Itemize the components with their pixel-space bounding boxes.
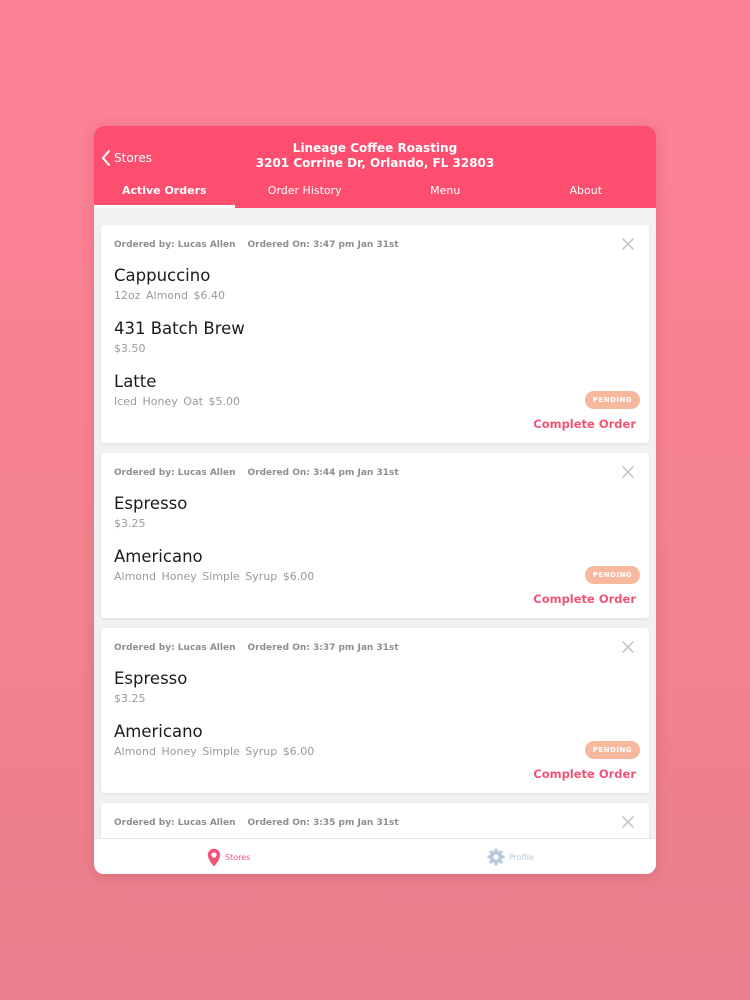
item-details: $3.25 bbox=[114, 692, 146, 705]
order-card: Ordered by: Lucas Allen Ordered On: 3:35 … bbox=[101, 803, 649, 838]
order-item: Espresso $3.25 bbox=[114, 494, 187, 530]
bottom-tab-bar: Stores Profile bbox=[94, 838, 656, 874]
orders-list[interactable]: Ordered by: Lucas Allen Ordered On: 3:47 … bbox=[94, 208, 656, 838]
item-name: 431 Batch Brew bbox=[114, 319, 245, 338]
item-details: Almond Honey Simple Syrup $6.00 bbox=[114, 570, 315, 583]
order-card: Ordered by: Lucas Allen Ordered On: 3:37 … bbox=[101, 628, 649, 793]
item-details: Iced Honey Oat $5.00 bbox=[114, 395, 240, 408]
order-item: 431 Batch Brew $3.50 bbox=[114, 319, 245, 355]
order-card: Ordered by: Lucas Allen Ordered On: 3:44 … bbox=[101, 453, 649, 618]
complete-order-button[interactable]: Complete Order bbox=[533, 592, 636, 606]
ordered-by: Ordered by: Lucas Allen bbox=[114, 240, 236, 250]
store-title: Lineage Coffee Roasting 3201 Corrine Dr,… bbox=[94, 141, 656, 171]
item-name: Latte bbox=[114, 372, 157, 391]
order-card: Ordered by: Lucas Allen Ordered On: 3:47 … bbox=[101, 225, 649, 443]
close-icon[interactable] bbox=[621, 640, 635, 654]
store-name: Lineage Coffee Roasting bbox=[292, 141, 458, 155]
close-icon[interactable] bbox=[621, 815, 635, 829]
item-name: Espresso bbox=[114, 494, 188, 513]
order-item: Espresso $3.25 bbox=[114, 669, 187, 705]
ordered-on: Ordered On: 3:35 pm Jan 31st bbox=[247, 818, 399, 828]
tab-order-history[interactable]: Order History bbox=[235, 180, 376, 208]
tab-menu[interactable]: Menu bbox=[375, 180, 516, 208]
order-item: Cappuccino 12oz Almond $6.40 bbox=[114, 266, 225, 302]
ordered-by: Ordered by: Lucas Allen bbox=[114, 643, 236, 653]
item-name: Americano bbox=[114, 722, 203, 741]
bottom-tab-stores[interactable]: Stores bbox=[207, 848, 250, 867]
status-badge: PENDING bbox=[585, 566, 640, 584]
item-name: Espresso bbox=[114, 669, 188, 688]
ordered-on: Ordered On: 3:44 pm Jan 31st bbox=[247, 468, 399, 478]
item-details: Almond Honey Simple Syrup $6.00 bbox=[114, 745, 315, 758]
location-pin-icon bbox=[207, 848, 221, 867]
order-meta: Ordered by: Lucas Allen Ordered On: 3:37 … bbox=[114, 643, 399, 653]
ordered-by: Ordered by: Lucas Allen bbox=[114, 818, 236, 828]
ordered-on: Ordered On: 3:37 pm Jan 31st bbox=[247, 643, 399, 653]
order-item: Americano Almond Honey Simple Syrup $6.0… bbox=[114, 547, 314, 583]
store-address: 3201 Corrine Dr, Orlando, FL 32803 bbox=[255, 156, 495, 170]
bottom-tab-profile[interactable]: Profile bbox=[487, 848, 534, 866]
close-icon[interactable] bbox=[621, 465, 635, 479]
tab-about[interactable]: About bbox=[516, 180, 657, 208]
item-name: Americano bbox=[114, 547, 203, 566]
item-details: 12oz Almond $6.40 bbox=[114, 289, 225, 302]
item-name: Cappuccino bbox=[114, 266, 211, 285]
complete-order-button[interactable]: Complete Order bbox=[533, 767, 636, 781]
gear-icon bbox=[487, 848, 505, 866]
ordered-by: Ordered by: Lucas Allen bbox=[114, 468, 236, 478]
order-item: Latte Iced Honey Oat $5.00 bbox=[114, 372, 240, 408]
order-meta: Ordered by: Lucas Allen Ordered On: 3:35 … bbox=[114, 818, 399, 828]
order-item: Americano Almond Honey Simple Syrup $6.0… bbox=[114, 722, 314, 758]
close-icon[interactable] bbox=[621, 237, 635, 251]
bottom-tab-label: Stores bbox=[225, 853, 251, 862]
app-window: Stores Lineage Coffee Roasting 3201 Corr… bbox=[94, 126, 656, 874]
complete-order-button[interactable]: Complete Order bbox=[533, 417, 636, 431]
order-meta: Ordered by: Lucas Allen Ordered On: 3:44 … bbox=[114, 468, 399, 478]
status-badge: PENDING bbox=[585, 391, 640, 409]
bottom-tab-label: Profile bbox=[509, 852, 534, 862]
tab-active-orders[interactable]: Active Orders bbox=[94, 180, 235, 208]
ordered-on: Ordered On: 3:47 pm Jan 31st bbox=[247, 240, 399, 250]
status-badge: PENDING bbox=[585, 741, 640, 759]
item-details: $3.25 bbox=[114, 517, 146, 530]
tab-bar: Active Orders Order History Menu About bbox=[94, 180, 656, 208]
order-meta: Ordered by: Lucas Allen Ordered On: 3:47 … bbox=[114, 240, 399, 250]
store-header: Stores Lineage Coffee Roasting 3201 Corr… bbox=[94, 126, 656, 208]
item-details: $3.50 bbox=[114, 342, 146, 355]
